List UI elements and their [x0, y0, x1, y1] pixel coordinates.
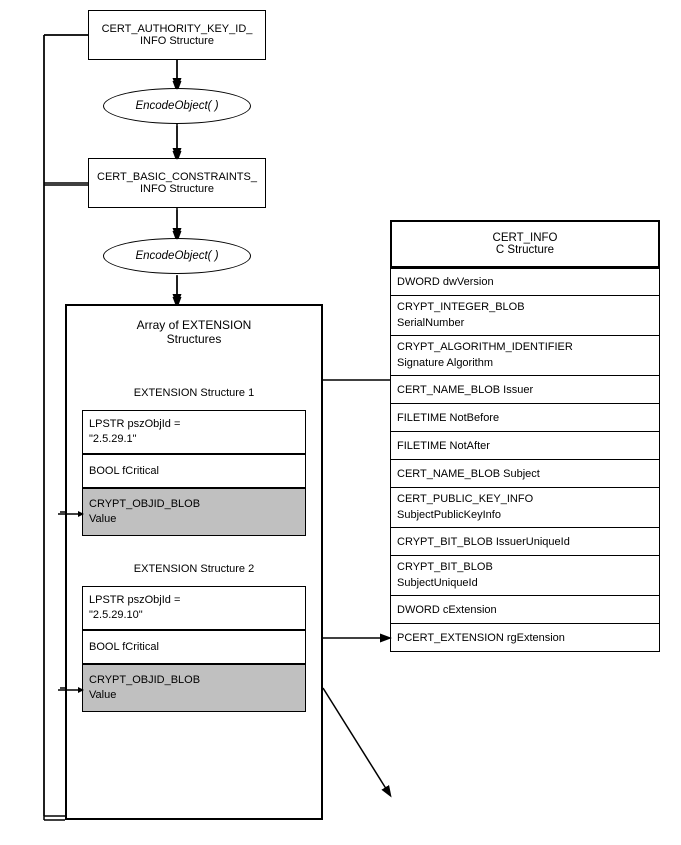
- ext2-crypt: CRYPT_OBJID_BLOB Value: [82, 664, 306, 712]
- cert-info-row-11: PCERT_EXTENSION rgExtension: [390, 624, 660, 652]
- ext1-title: EXTENSION Structure 1: [82, 376, 306, 410]
- cert-info-row-6: CERT_NAME_BLOB Subject: [390, 460, 660, 488]
- cert-info-row-8: CRYPT_BIT_BLOB IssuerUniqueId: [390, 528, 660, 556]
- ext1-crypt: CRYPT_OBJID_BLOB Value: [82, 488, 306, 536]
- cert-info-row-10: DWORD cExtension: [390, 596, 660, 624]
- array-title: Array of EXTENSION Structures: [65, 304, 323, 360]
- cert-info-row-7: CERT_PUBLIC_KEY_INFO SubjectPublicKeyInf…: [390, 488, 660, 528]
- cert-info-row-9: CRYPT_BIT_BLOB SubjectUniqueId: [390, 556, 660, 596]
- ext1-bool: BOOL fCritical: [82, 454, 306, 488]
- encode-object-1: EncodeObject( ): [103, 88, 251, 124]
- cert-info-row-4: FILETIME NotBefore: [390, 404, 660, 432]
- cert-info-row-5: FILETIME NotAfter: [390, 432, 660, 460]
- cert-info-header: CERT_INFO C Structure: [390, 220, 660, 268]
- cert-info-row-0: DWORD dwVersion: [390, 268, 660, 296]
- cert-authority-box: CERT_AUTHORITY_KEY_ID_ INFO Structure: [88, 10, 266, 60]
- cert-info-row-1: CRYPT_INTEGER_BLOB SerialNumber: [390, 296, 660, 336]
- ext1-lpstr: LPSTR pszObjId = "2.5.29.1": [82, 410, 306, 454]
- cert-info-row-2: CRYPT_ALGORITHM_IDENTIFIER Signature Alg…: [390, 336, 660, 376]
- cert-info-row-3: CERT_NAME_BLOB Issuer: [390, 376, 660, 404]
- encode-object-2: EncodeObject( ): [103, 238, 251, 274]
- ext2-arrow-left: [58, 684, 82, 686]
- ext2-bool: BOOL fCritical: [82, 630, 306, 664]
- diagram: CERT_AUTHORITY_KEY_ID_ INFO Structure En…: [0, 0, 681, 845]
- ext2-title: EXTENSION Structure 2: [82, 552, 306, 586]
- ext1-arrow-left: [58, 508, 82, 510]
- cert-basic-box: CERT_BASIC_CONSTRAINTS_ INFO Structure: [88, 158, 266, 208]
- ext2-lpstr: LPSTR pszObjId = "2.5.29.10": [82, 586, 306, 630]
